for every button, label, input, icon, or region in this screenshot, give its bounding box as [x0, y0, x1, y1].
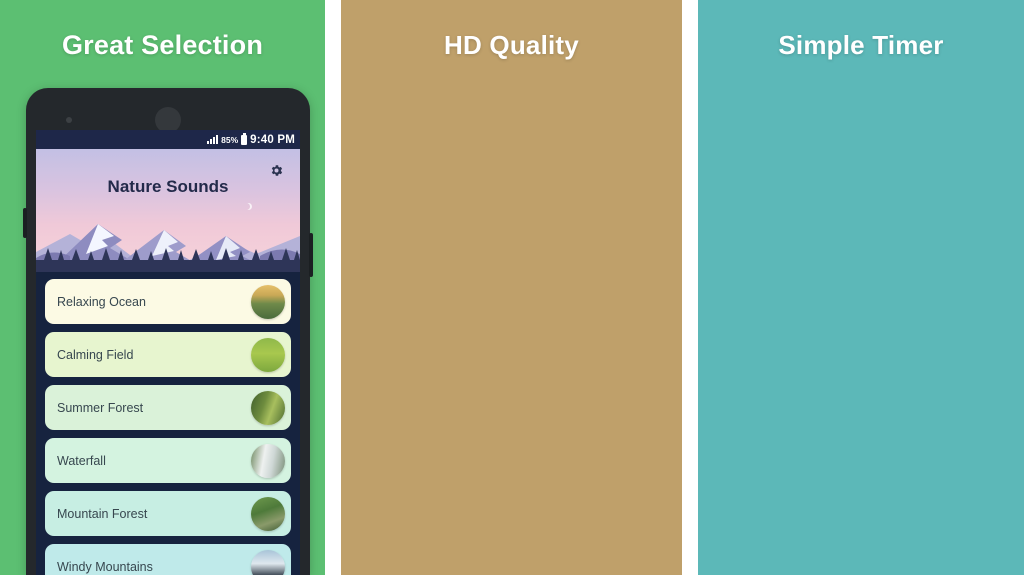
volume-button[interactable]	[23, 208, 27, 238]
feature-graphic-stage: Great Selection 85% 9:40 PM Nature Sound…	[0, 0, 1024, 575]
nature-sounds-app: Nature Sounds Relaxing Ocean Calming Fie…	[36, 149, 300, 575]
list-item[interactable]: Waterfall	[45, 438, 291, 483]
list-item-thumbnail	[251, 496, 285, 531]
app-title: Nature Sounds	[107, 177, 229, 196]
panel-3-headline: Simple Timer	[778, 30, 944, 60]
status-bar-right: 85% 9:40 PM	[207, 133, 295, 146]
list-item-label: Mountain Forest	[57, 506, 148, 521]
list-item-label: Summer Forest	[57, 400, 144, 415]
list-item-thumbnail	[251, 337, 285, 372]
phone-screen-1: 85% 9:40 PM Nature Sounds Relaxing Ocean…	[36, 130, 300, 575]
status-bar-1: 85% 9:40 PM	[36, 130, 300, 149]
list-item[interactable]: Relaxing Ocean	[45, 279, 291, 324]
panel-great-selection: Great Selection 85% 9:40 PM Nature Sound…	[0, 0, 325, 575]
list-item-label: Calming Field	[57, 347, 134, 362]
list-item-thumbnail	[251, 390, 285, 425]
panel-divider	[682, 0, 698, 575]
list-item[interactable]: Summer Forest	[45, 385, 291, 430]
list-item-label: Windy Mountains	[57, 559, 153, 574]
list-item[interactable]: Calming Field	[45, 332, 291, 377]
battery-percent-1: 85%	[221, 134, 239, 145]
mountain-illustration	[36, 224, 300, 272]
sound-list[interactable]: Relaxing Ocean Calming Field Summer Fore…	[36, 272, 300, 575]
panel-hd-quality: HD Quality ♪ 84% 9:40 PM	[341, 0, 682, 575]
list-item-label: Waterfall	[57, 453, 106, 468]
status-clock-1: 9:40 PM	[250, 133, 295, 146]
phone-mockup-1: 85% 9:40 PM Nature Sounds Relaxing Ocean…	[23, 88, 313, 575]
gear-icon[interactable]	[269, 163, 284, 178]
panel-divider	[325, 0, 341, 575]
power-button[interactable]	[309, 233, 313, 277]
signal-icon	[207, 135, 219, 144]
battery-icon	[241, 133, 248, 145]
list-item[interactable]: Windy Mountains	[45, 544, 291, 575]
list-item-thumbnail	[251, 443, 285, 478]
panel-1-headline: Great Selection	[61, 30, 264, 60]
list-item-thumbnail	[251, 549, 285, 575]
list-item-label: Relaxing Ocean	[57, 294, 146, 309]
panel-2-headline: HD Quality	[444, 30, 579, 60]
app-hero-banner: Nature Sounds	[36, 149, 300, 272]
panel-simple-timer: Simple Timer ♪ 83% 9:41 PM	[698, 0, 1024, 575]
list-item[interactable]: Mountain Forest	[45, 491, 291, 536]
front-camera-icon	[66, 117, 72, 123]
list-item-thumbnail	[251, 284, 285, 319]
